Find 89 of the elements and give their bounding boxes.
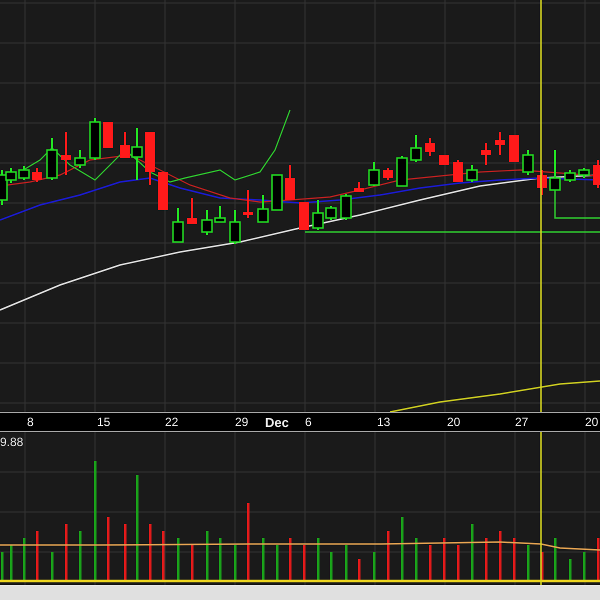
month-label: Dec [265,415,289,430]
candlestick [158,172,168,210]
step-line [554,190,600,219]
volume-bar [191,545,194,580]
candlestick [368,162,380,186]
volume-bar [583,552,586,580]
volume-bar [177,538,180,580]
volume-bar [124,524,126,580]
candlestick [509,135,519,162]
candlestick [285,165,295,200]
candlestick [466,165,478,182]
volume-bar [262,538,264,580]
volume-bar [429,545,432,580]
candlestick [145,132,155,185]
candlestick [425,138,435,156]
volume-bar [597,538,600,580]
candlestick [271,174,283,211]
date-label: 22 [165,415,178,429]
volume-bar [289,538,292,580]
candlestick [593,160,600,188]
candlestick [243,190,253,218]
volume-bar [234,545,236,580]
candlestick [522,150,534,175]
volume-bar [358,559,360,580]
volume-bar [107,517,110,580]
candlestick [74,150,86,168]
candlestick [18,166,30,180]
date-label: 8 [27,415,34,429]
candlestick [89,118,101,160]
date-label: 27 [515,415,528,429]
volume-bar [471,524,474,580]
volume-bar [443,538,446,580]
volume-bar [387,531,390,580]
date-label: 6 [305,415,312,429]
candlestick [187,198,197,224]
candlestick [564,170,576,182]
volume-bar [401,517,404,580]
candlestick [354,182,364,192]
candlestick [578,168,590,178]
volume-bar [79,531,82,580]
candlestick [229,210,241,244]
volume-bar [149,524,152,580]
candlestick [299,202,309,230]
candlestick [383,168,393,180]
volume-bar [51,552,54,580]
date-label: 20 [585,415,598,429]
volume-bar [554,538,556,580]
volume-bar [541,552,544,580]
volume-bar [499,531,502,580]
volume-bar [162,531,164,580]
volume-bar [457,545,460,580]
volume-bar [317,538,320,580]
candlestick [439,155,449,165]
volume-bar [206,531,208,580]
candlestick [103,122,113,148]
candlestick [396,156,408,187]
volume-bar [303,545,306,580]
candlestick [46,138,58,180]
volume-bar [415,538,418,580]
volume-scale-label: 9.88 [0,435,24,449]
candlestick [61,132,71,175]
date-label: 15 [97,415,110,429]
candlestick [495,132,505,155]
candlestick [257,195,269,223]
candlestick [32,168,42,182]
volume-bar [276,545,278,580]
volume-bar [330,552,332,580]
candlestick [453,160,463,182]
volume-bar [1,552,4,580]
date-label: 29 [235,415,248,429]
volume-bar [527,545,530,580]
volume-bar [485,538,488,580]
candlestick [410,135,422,162]
volume-bar [345,545,348,580]
candlestick [549,150,561,191]
volume-bar [36,531,38,580]
volume-bar [23,538,26,580]
date-label: 20 [447,415,460,429]
candlestick [537,170,547,195]
candlestick [481,143,491,165]
candlestick [172,208,184,243]
volume-bar [513,538,516,580]
candlestick [340,194,352,220]
volume-bar [373,552,376,580]
volume-bar [219,538,222,580]
volume-bar [569,559,572,580]
volume-bar [65,524,68,580]
volume-bar [10,545,12,580]
date-label: 13 [377,415,390,429]
